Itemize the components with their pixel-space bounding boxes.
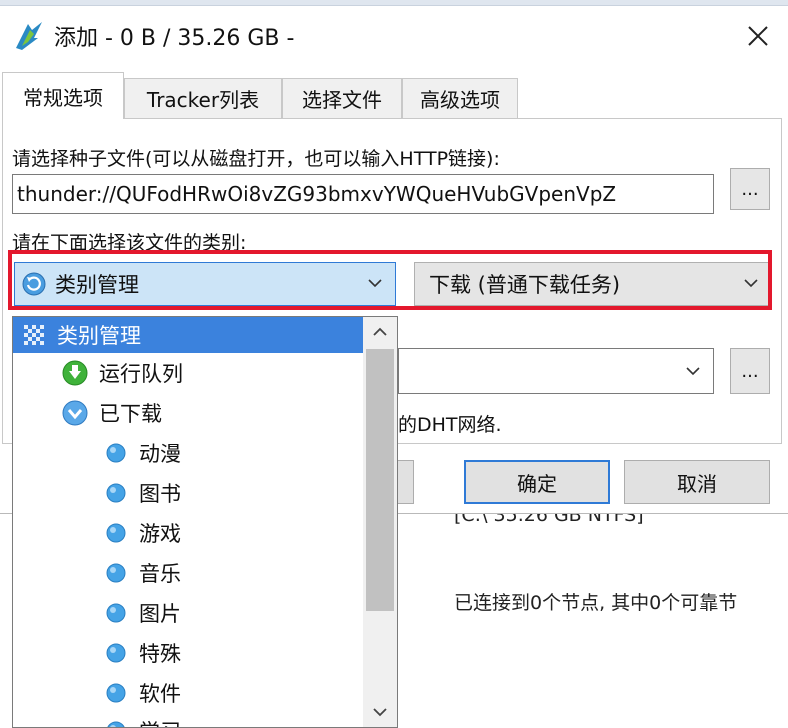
blue-download-icon [62,400,88,426]
tab-strip: 常规选项 Tracker列表 选择文件 高级选项 [0,72,788,119]
list-item-category-root[interactable]: 类别管理 [13,317,363,353]
scroll-down-icon[interactable] [369,701,391,723]
blue-dot-icon [106,643,126,663]
save-path-combo[interactable] [398,348,714,394]
blue-dot-icon [106,603,126,623]
title-bar: 添加 - 0 B / 35.26 GB - [0,6,788,64]
category-label: 请在下面选择该文件的类别: [12,232,247,254]
blue-dot-icon [106,563,126,583]
tab-general[interactable]: 常规选项 [2,72,124,119]
peers-info-text: 已连接到0个节点, 其中0个可靠节 [454,592,738,614]
task-type-combo[interactable]: 下载 (普通下载任务) [414,262,772,306]
chevron-down-icon [368,279,382,288]
task-type-combo-value: 下载 (普通下载任务) [429,273,621,297]
list-item-label: 图书 [139,482,181,506]
list-item-label: 类别管理 [57,324,141,348]
list-item-books[interactable]: 图书 [13,475,363,511]
list-item-software[interactable]: 软件 [13,675,363,711]
blue-dot-icon [106,483,126,503]
tab-tracker-list[interactable]: Tracker列表 [124,78,282,118]
screen: { "window": { "title": "添加 - 0 B / 35.26… [0,0,788,728]
category-dropdown-list[interactable]: 类别管理 运行队列 已下载 动漫 图书 游戏 音乐 图片 特殊 软件 [12,316,398,728]
list-item-label: 运行队列 [99,362,183,386]
browse-torrent-button[interactable]: ... [730,168,770,210]
tab-advanced[interactable]: 高级选项 [402,78,518,118]
browse-save-path-button[interactable]: ... [730,348,770,394]
list-item-study[interactable]: 学习 [13,713,363,727]
green-download-icon [62,360,88,386]
close-icon [748,26,768,46]
list-item-downloaded[interactable]: 已下载 [13,395,363,431]
blue-dot-icon [106,443,126,463]
category-combo[interactable]: 类别管理 [14,262,396,306]
list-item-running-queue[interactable]: 运行队列 [13,355,363,391]
chevron-down-icon [744,279,758,288]
category-refresh-icon [22,272,46,296]
category-combo-value: 类别管理 [55,273,139,297]
bittorrent-app-icon [16,22,42,50]
window-title: 添加 - 0 B / 35.26 GB - [54,26,295,51]
blue-dot-icon [106,523,126,543]
torrent-file-label: 请选择种子文件(可以从磁盘打开，也可以输入HTTP链接): [12,148,500,170]
category-root-icon [24,325,44,345]
blue-dot-icon [106,683,126,703]
list-item-special[interactable]: 特殊 [13,635,363,671]
list-item-pictures[interactable]: 图片 [13,595,363,631]
list-item-label: 音乐 [139,562,181,586]
tab-select-files[interactable]: 选择文件 [282,78,402,118]
torrent-url-input[interactable]: thunder://QUFodHRwOi8vZG93bmxvYWQueHVubG… [12,174,714,214]
dropdown-scrollbar[interactable] [363,317,397,727]
list-item-label: 游戏 [139,522,181,546]
list-item-anime[interactable]: 动漫 [13,435,363,471]
close-button[interactable] [736,16,780,56]
list-item-label: 特殊 [139,642,181,666]
blue-dot-icon [107,721,125,727]
list-item-label: 已下载 [99,402,162,426]
ok-button[interactable]: 确定 [464,460,610,504]
cancel-button[interactable]: 取消 [624,460,770,504]
scroll-up-icon[interactable] [369,321,391,343]
list-item-music[interactable]: 音乐 [13,555,363,591]
list-item-games[interactable]: 游戏 [13,515,363,551]
chevron-down-icon [686,367,700,376]
list-item-label: 学习 [139,716,181,727]
dht-note-text: 的DHT网络. [398,414,502,436]
list-item-label: 动漫 [139,442,181,466]
list-item-label: 软件 [139,682,181,706]
list-item-label: 图片 [139,602,181,626]
scrollbar-thumb[interactable] [366,349,394,611]
